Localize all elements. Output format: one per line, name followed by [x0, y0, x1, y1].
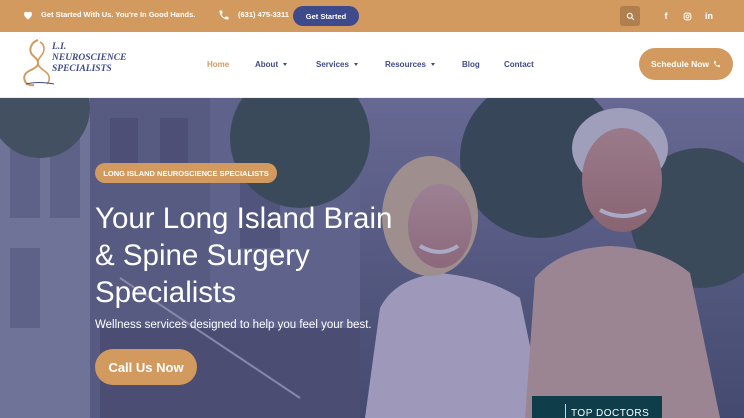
search-icon — [626, 12, 634, 20]
chevron-down-icon — [283, 63, 288, 67]
nav-label: Services — [316, 60, 349, 69]
top-doctors-text: TOP DOCTORS — [571, 408, 650, 418]
chevron-down-icon — [353, 63, 358, 67]
get-started-button[interactable]: Get Started — [293, 6, 359, 26]
nav-label: Contact — [504, 60, 534, 69]
nav-blog[interactable]: Blog — [462, 60, 480, 69]
logo-swirl-icon — [23, 39, 55, 87]
logo-line: SPECIALISTS — [52, 64, 112, 74]
heart-icon — [24, 11, 32, 20]
hero-title-line: Specialists — [95, 276, 237, 309]
badge-divider — [565, 404, 566, 418]
top-doctors-badge[interactable]: TOP DOCTORS — [532, 396, 662, 418]
instagram-icon[interactable] — [680, 9, 694, 23]
nav-about[interactable]: About — [255, 60, 288, 69]
schedule-label: Schedule Now — [650, 59, 710, 69]
hero-badge: LONG ISLAND NEUROSCIENCE SPECIALISTS — [95, 163, 277, 183]
hero-title-line: Your Long Island Brain — [95, 202, 393, 235]
logo-line: L.I. — [52, 42, 67, 52]
chevron-down-icon — [430, 63, 435, 67]
search-button[interactable] — [620, 6, 640, 26]
phone-icon — [219, 10, 229, 20]
logo-text: L.I. NEUROSCIENCE SPECIALISTS — [52, 42, 126, 75]
nav-label: Resources — [385, 60, 426, 69]
nav-label: About — [255, 60, 279, 69]
hero-title-line: & Spine Surgery — [95, 239, 310, 272]
hero-title: Your Long Island Brain & Spine Surgery S… — [95, 200, 425, 311]
schedule-now-button[interactable]: Schedule Now — [639, 48, 733, 80]
phone-icon — [714, 61, 721, 67]
tagline: Get Started With Us. You're In Good Hand… — [41, 10, 196, 19]
logo-line: NEUROSCIENCE — [52, 53, 127, 63]
nav-label: Home — [207, 60, 230, 69]
hero-subtitle: Wellness services designed to help you f… — [95, 319, 372, 331]
facebook-icon[interactable]: f — [659, 9, 673, 23]
nav-label: Blog — [462, 60, 480, 69]
nav-contact[interactable]: Contact — [504, 60, 534, 69]
linkedin-icon[interactable]: in — [702, 9, 716, 23]
nav-services[interactable]: Services — [316, 60, 358, 69]
site-logo[interactable]: L.I. NEUROSCIENCE SPECIALISTS — [22, 38, 132, 92]
top-bar: Get Started With Us. You're In Good Hand… — [0, 0, 744, 32]
nav-home[interactable]: Home — [207, 60, 229, 69]
call-us-now-button[interactable]: Call Us Now — [95, 349, 197, 385]
nav-resources[interactable]: Resources — [385, 60, 435, 69]
phone-number[interactable]: (631) 475-3311 — [238, 10, 289, 19]
